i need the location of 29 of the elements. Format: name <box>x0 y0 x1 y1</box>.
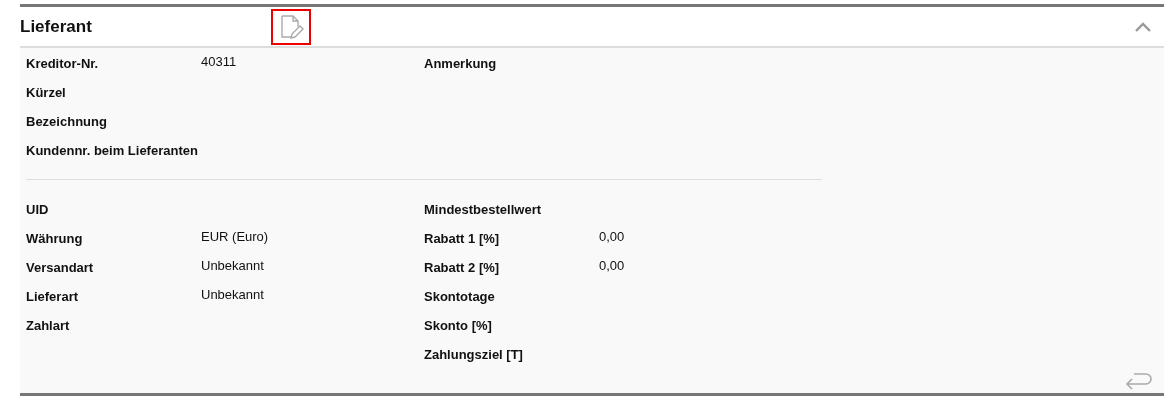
chevron-up-icon <box>1134 20 1152 33</box>
field-value: EUR (Euro) <box>201 228 269 245</box>
field-value: Unbekannt <box>201 286 264 303</box>
field-value: Unbekannt <box>201 257 264 274</box>
field-label: Skonto [%] <box>424 317 493 334</box>
field-label: Kreditor-Nr. <box>26 55 100 72</box>
field-label: Kundennr. beim Lieferanten <box>26 142 199 159</box>
field-label: Zahlart <box>26 317 71 334</box>
field-label: Bezeichnung <box>26 113 108 130</box>
field-label: UID <box>26 201 50 218</box>
field-label: Währung <box>26 230 84 247</box>
edit-document-icon <box>278 13 304 40</box>
field-value: 40311 <box>201 53 237 70</box>
field-label: Kürzel <box>26 84 67 101</box>
field-label: Mindestbestellwert <box>424 201 543 218</box>
field-label: Zahlungsziel [T] <box>424 346 524 363</box>
field-label: Rabatt 1 [%] <box>424 230 501 247</box>
field-label: Anmerkung <box>424 55 498 72</box>
edit-button[interactable] <box>271 8 311 45</box>
collapse-toggle[interactable] <box>1134 20 1152 33</box>
field-label: Lieferart <box>26 288 80 305</box>
field-label: Skontotage <box>424 288 496 305</box>
field-value: 0,00 <box>599 228 625 245</box>
return-button[interactable] <box>1124 372 1154 390</box>
field-label: Rabatt 2 [%] <box>424 259 501 276</box>
return-arrow-icon <box>1124 372 1154 390</box>
field-label: Versandart <box>26 259 95 276</box>
panel-title: Lieferant <box>20 16 93 37</box>
field-value: 0,00 <box>599 257 625 274</box>
